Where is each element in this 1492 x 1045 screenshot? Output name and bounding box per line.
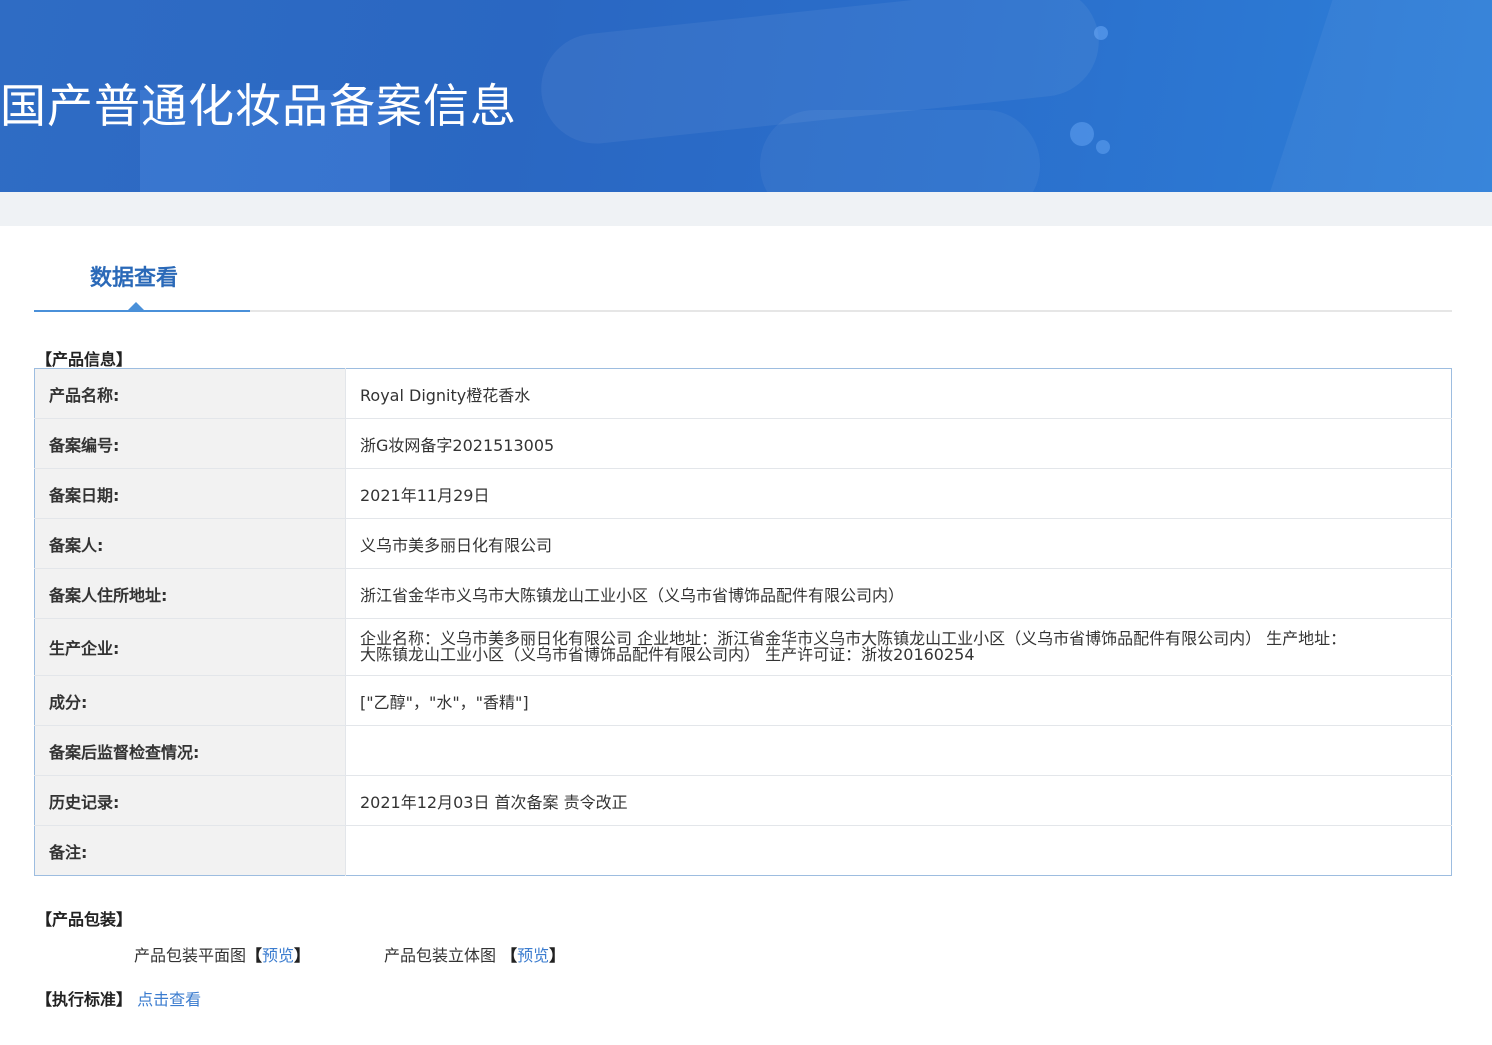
standard-view-link[interactable]: 点击查看 [137, 990, 201, 1009]
header-banner: 国产普通化妆品备案信息 [0, 0, 1492, 192]
row-label: 备案人: [34, 518, 346, 569]
row-value [345, 725, 1452, 776]
row-value: 浙G妆网备字2021513005 [345, 418, 1452, 469]
banner-decoration-dot [1096, 140, 1110, 154]
bracket-open: 【 [501, 946, 518, 965]
product-info-heading: 【产品信息】 [36, 350, 133, 369]
standard-row: 【执行标准】 点击查看 [36, 986, 201, 1010]
table-row: 备注: [34, 825, 1452, 876]
product-info-table: 产品名称: Royal Dignity橙花香水 备案编号: 浙G妆网备字2021… [34, 368, 1452, 876]
row-value: Royal Dignity橙花香水 [345, 368, 1452, 419]
table-row: 备案编号: 浙G妆网备字2021513005 [34, 418, 1452, 469]
table-row: 备案人住所地址: 浙江省金华市义乌市大陈镇龙山工业小区（义乌市省博饰品配件有限公… [34, 568, 1452, 619]
bracket-close: 】 [294, 946, 311, 965]
tab-data-view[interactable]: 数据查看 [34, 250, 250, 312]
standard-heading: 【执行标准】 [36, 990, 133, 1009]
table-row: 备案后监督检查情况: [34, 725, 1452, 776]
row-label: 备案日期: [34, 468, 346, 519]
row-label: 备注: [34, 825, 346, 876]
banner-decoration [760, 110, 1040, 192]
row-label: 生产企业: [34, 618, 346, 676]
row-value: 2021年11月29日 [345, 468, 1452, 519]
row-label: 历史记录: [34, 775, 346, 826]
row-label: 备案后监督检查情况: [34, 725, 346, 776]
header-divider-strip [0, 192, 1492, 226]
packaging-solid-preview-link[interactable]: 预览 [517, 946, 549, 965]
packaging-flat-item: 产品包装平面图【预览】 [134, 942, 310, 966]
row-label: 备案人住所地址: [34, 568, 346, 619]
bracket-close: 】 [549, 946, 566, 965]
packaging-flat-preview-link[interactable]: 预览 [262, 946, 294, 965]
tab-data-view-label: 数据查看 [90, 266, 179, 291]
banner-decoration [1261, 0, 1492, 192]
page-title: 国产普通化妆品备案信息 [0, 79, 517, 133]
table-row: 历史记录: 2021年12月03日 首次备案 责令改正 [34, 775, 1452, 826]
table-row: 备案日期: 2021年11月29日 [34, 468, 1452, 519]
row-label: 备案编号: [34, 418, 346, 469]
row-value: 企业名称：义乌市美多丽日化有限公司 企业地址：浙江省金华市义乌市大陈镇龙山工业小… [345, 618, 1452, 676]
packaging-solid-item: 产品包装立体图 【预览】 [384, 942, 565, 966]
row-value: 义乌市美多丽日化有限公司 [345, 518, 1452, 569]
packaging-heading: 【产品包装】 [36, 910, 133, 929]
row-label: 成分: [34, 675, 346, 726]
table-row: 生产企业: 企业名称：义乌市美多丽日化有限公司 企业地址：浙江省金华市义乌市大陈… [34, 618, 1452, 676]
banner-decoration-dot [1094, 26, 1108, 40]
row-value: 浙江省金华市义乌市大陈镇龙山工业小区（义乌市省博饰品配件有限公司内） [345, 568, 1452, 619]
banner-decoration-dot [1070, 122, 1094, 146]
table-row: 成分: ["乙醇"，"水"，"香精"] [34, 675, 1452, 726]
table-row: 备案人: 义乌市美多丽日化有限公司 [34, 518, 1452, 569]
table-row: 产品名称: Royal Dignity橙花香水 [34, 368, 1452, 419]
packaging-flat-label: 产品包装平面图 [134, 946, 247, 965]
tab-active-caret-icon [128, 302, 144, 310]
bracket-open: 【 [246, 946, 263, 965]
packaging-solid-label: 产品包装立体图 [384, 946, 497, 965]
tab-active-underline [34, 310, 250, 312]
row-value: 2021年12月03日 首次备案 责令改正 [345, 775, 1452, 826]
row-value: ["乙醇"，"水"，"香精"] [345, 675, 1452, 726]
row-value [346, 826, 1452, 876]
tab-bar: 数据查看 [34, 250, 1452, 312]
row-label: 产品名称: [34, 368, 346, 419]
